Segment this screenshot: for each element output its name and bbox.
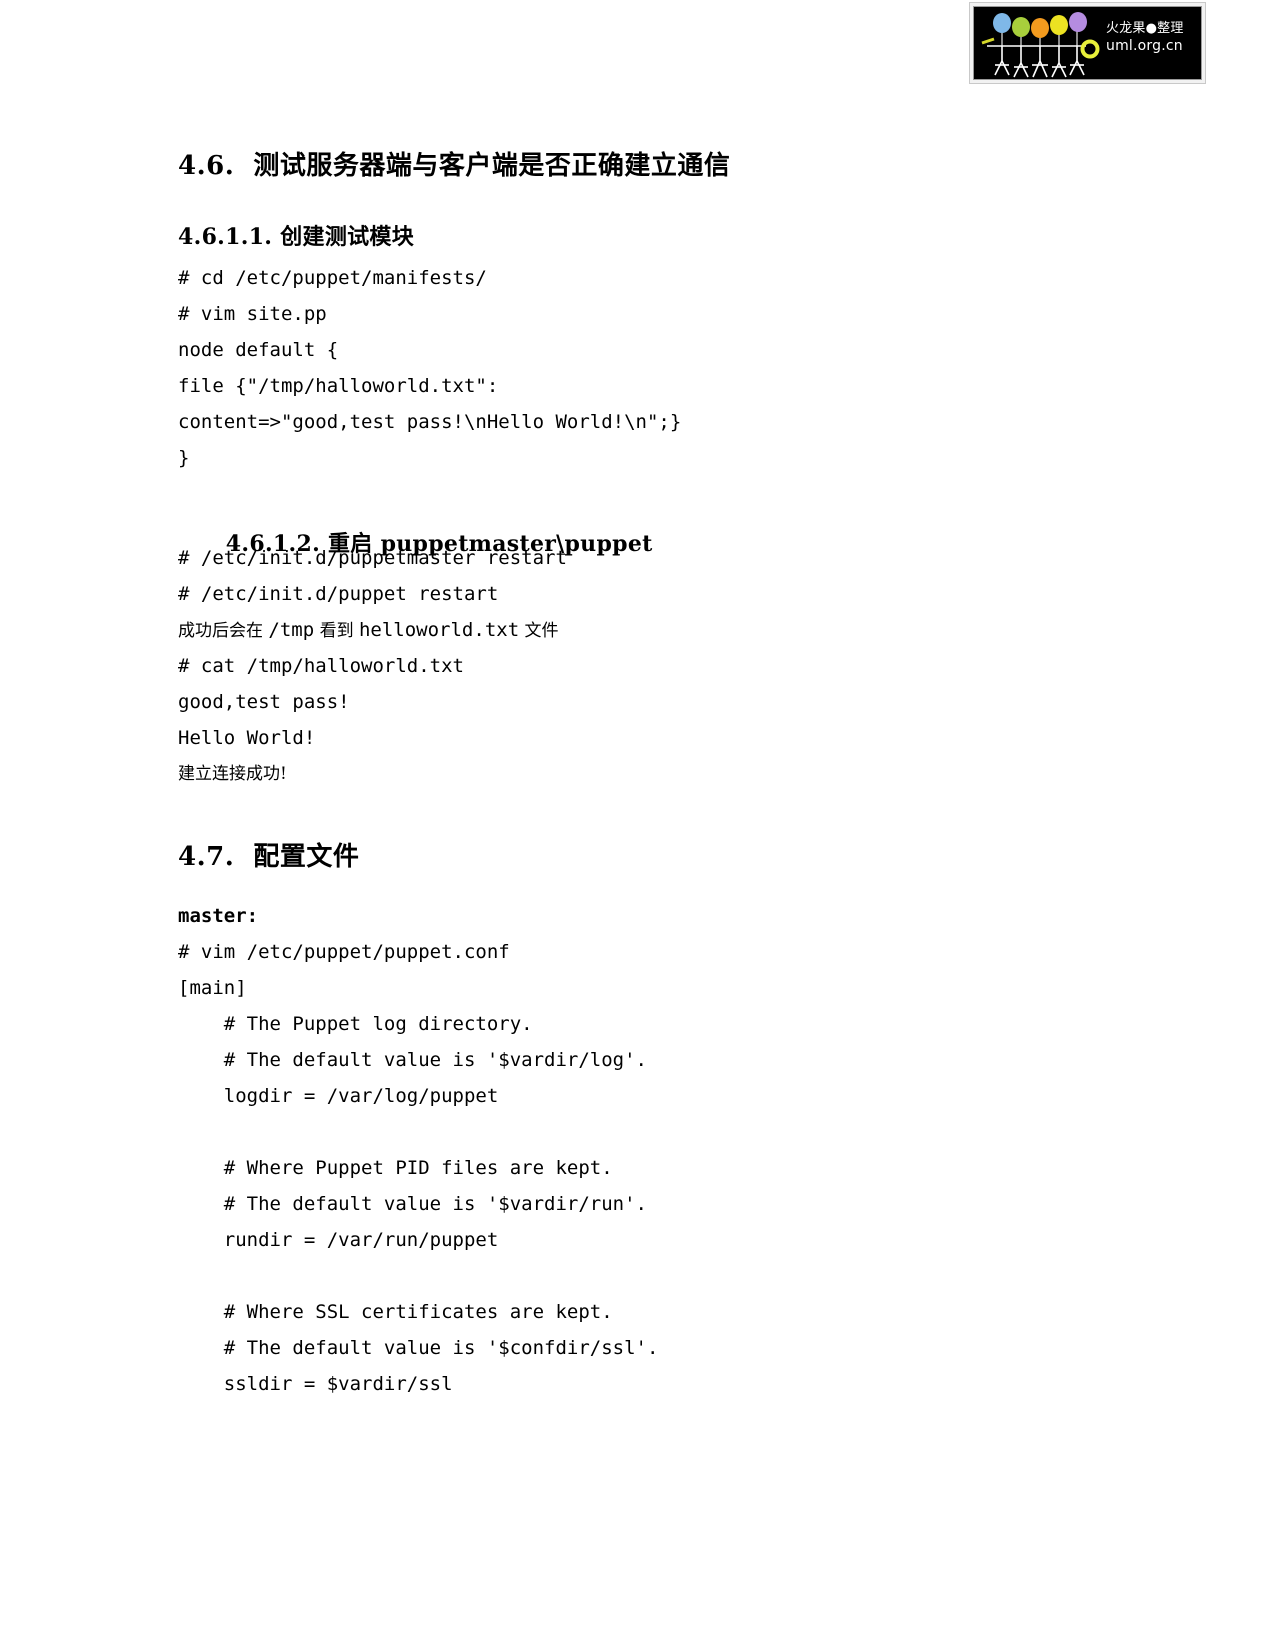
code-line: file {"/tmp/halloworld.txt":: [178, 375, 499, 397]
code-line: node default {: [178, 339, 339, 361]
watermark-line-2: uml.org.cn: [1106, 37, 1183, 54]
code-line: good,test pass!: [178, 691, 350, 713]
code-line: # The Puppet log directory.: [178, 1013, 533, 1035]
note-helloworld-file: 成功后会在 /tmp 看到 helloworld.txt 文件: [178, 612, 567, 648]
code-line: # vim site.pp: [178, 303, 327, 325]
code-line: logdir = /var/log/puppet: [178, 1085, 499, 1107]
label-master: master:: [178, 905, 259, 927]
note-part-cn-1: 成功后会在: [178, 621, 269, 641]
note-part-cn-3: 文件: [519, 621, 559, 641]
watermark-line-1: 火龙果●整理: [1106, 21, 1184, 36]
code-line: }: [178, 447, 190, 469]
code-line: # vim /etc/puppet/puppet.conf: [178, 941, 510, 963]
code-line: # The default value is '$vardir/log'.: [178, 1049, 647, 1071]
code-line: Hello World!: [178, 727, 316, 749]
code-block-create-module: # cd /etc/puppet/manifests/ # vim site.p…: [178, 260, 681, 476]
code-line: # The default value is '$confdir/ssl'.: [178, 1337, 659, 1359]
code-line: ssldir = $vardir/ssl: [178, 1373, 453, 1395]
watermark-logo-frame: 火龙果●整理 uml.org.cn: [969, 2, 1206, 84]
code-line: rundir = /var/run/puppet: [178, 1229, 499, 1251]
code-line: content=>"good,test pass!\nHello World!\…: [178, 411, 682, 433]
code-block-restart: # /etc/init.d/puppetmaster restart # /et…: [178, 540, 567, 792]
code-line: # Where Puppet PID files are kept.: [178, 1157, 613, 1179]
note-part-filename: helloworld.txt: [358, 619, 520, 641]
heading-4-6: 4.6. 测试服务器端与客户端是否正确建立通信: [178, 151, 731, 181]
code-line: # cat /tmp/halloworld.txt: [178, 655, 464, 677]
note-part-cn-2: 看到: [314, 621, 359, 641]
heading-4-7: 4.7. 配置文件: [178, 842, 360, 872]
code-block-config: master: # vim /etc/puppet/puppet.conf [m…: [178, 898, 658, 1402]
code-line: # /etc/init.d/puppetmaster restart: [178, 547, 567, 569]
code-line: # The default value is '$vardir/run'.: [178, 1193, 647, 1215]
code-line: # Where SSL certificates are kept.: [178, 1301, 613, 1323]
code-line: # /etc/init.d/puppet restart: [178, 583, 499, 605]
note-part-path: /tmp: [268, 619, 315, 641]
balloon-people-icon: [981, 12, 1100, 78]
code-line: # cd /etc/puppet/manifests/: [178, 267, 487, 289]
heading-4-6-1-1: 4.6.1.1. 创建测试模块: [178, 224, 415, 250]
watermark-text: 火龙果●整理 uml.org.cn: [1106, 21, 1184, 56]
note-connection-success: 建立连接成功!: [178, 764, 287, 784]
code-line: [main]: [178, 977, 247, 999]
watermark-logo-inner: 火龙果●整理 uml.org.cn: [973, 6, 1202, 80]
document-page: 火龙果●整理 uml.org.cn 4.6. 测试服务器端与客户端是否正确建立通…: [0, 0, 1276, 1648]
